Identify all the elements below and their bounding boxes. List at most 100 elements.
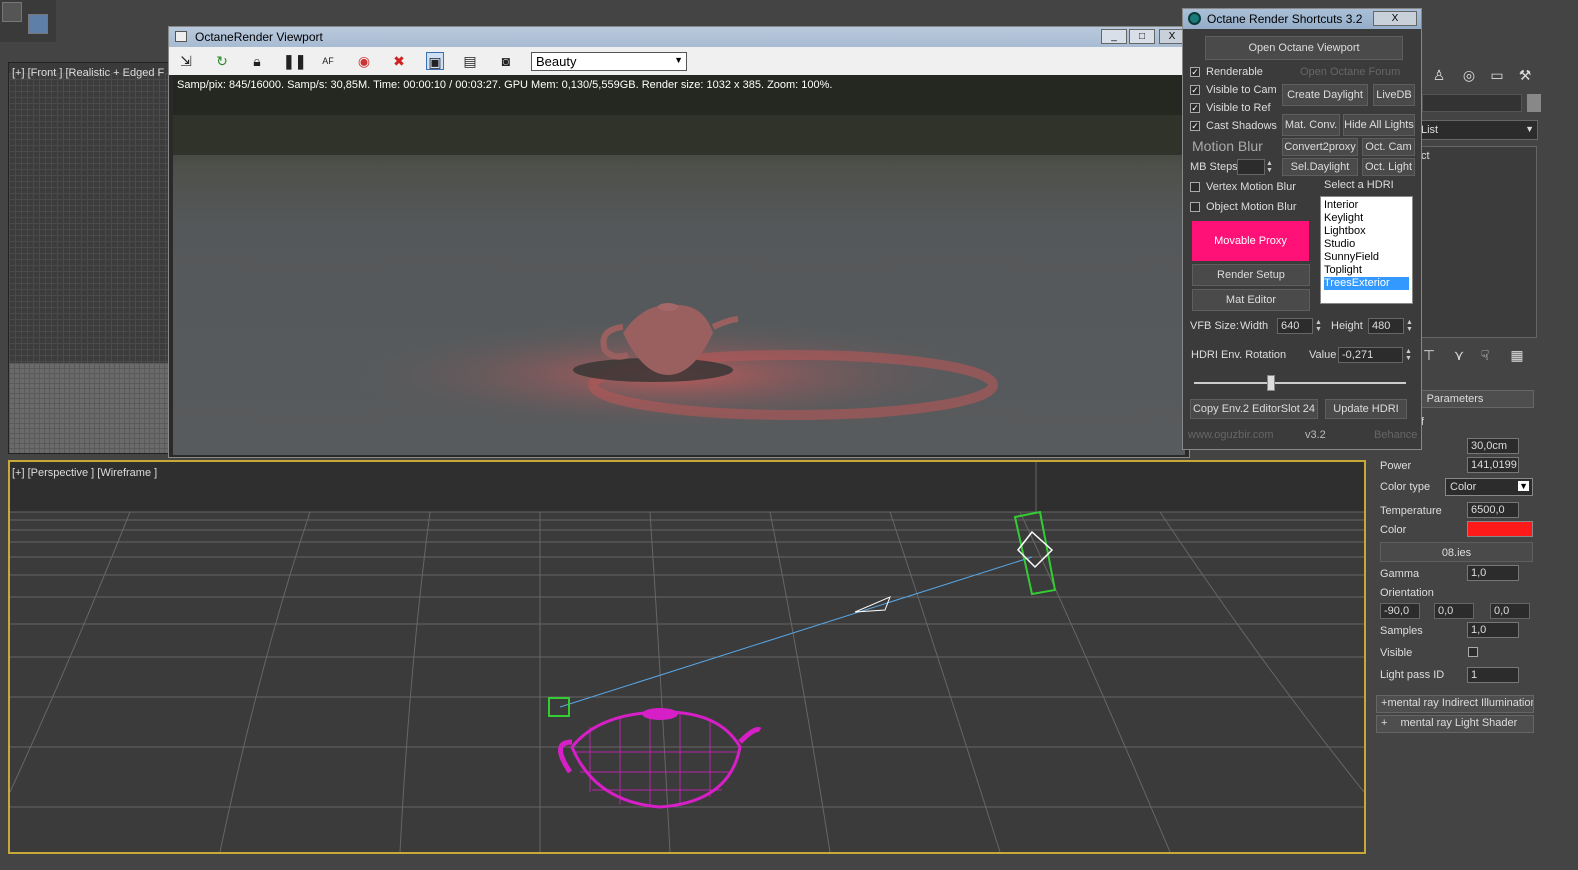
open-viewport-button[interactable]: Open Octane Viewport [1205,36,1403,60]
width-spinner[interactable]: 640 [1277,318,1313,334]
visible-to-cam-checkbox[interactable]: ✓ [1190,85,1200,96]
hdri-item[interactable]: SunnyField [1324,251,1409,264]
temperature-spinner[interactable]: 6500,0 [1467,502,1519,518]
hdri-item[interactable]: Lightbox [1324,225,1409,238]
stop-icon[interactable]: ✖ [390,52,408,70]
gamma-spinner[interactable]: 1,0 [1467,565,1519,581]
af-focus-icon[interactable]: AF [319,52,337,70]
rotation-spinner[interactable]: -0,271 [1338,347,1403,363]
object-name-field[interactable] [1422,94,1522,112]
hdri-item[interactable]: Studio [1324,238,1409,251]
light-pass-spinner[interactable]: 1 [1467,667,1519,683]
create-daylight-button[interactable]: Create Daylight [1282,84,1368,106]
cast-shadows-row[interactable]: ✓ Cast Shadows [1190,120,1277,136]
minimize-button[interactable]: _ [1101,29,1127,44]
render-pass-select[interactable]: Beauty ▼ [531,52,687,71]
color-type-dropdown[interactable]: Color ▼ [1445,478,1533,496]
maximize-button[interactable]: □ [1129,29,1155,44]
light-color-swatch[interactable] [1467,521,1533,537]
convert2proxy-button[interactable]: Convert2proxy [1282,138,1358,156]
oct-light-button[interactable]: Oct. Light [1362,158,1415,176]
front-viewport-label[interactable]: [+] [Front ] [Realistic + Edged F [12,67,164,79]
vertex-mb-row[interactable]: Vertex Motion Blur [1190,181,1296,197]
hdri-item-selected[interactable]: TreesExterior [1324,277,1409,290]
slider-thumb[interactable] [1267,375,1276,391]
octane-viewport-titlebar[interactable]: OctaneRender Viewport _ □ X [169,27,1189,47]
modifier-stack-item[interactable]: ct [1421,150,1430,162]
sel-daylight-button[interactable]: Sel.Daylight [1282,158,1358,176]
orientation-y-spinner[interactable]: 0,0 [1434,603,1474,619]
mb-steps-spinner[interactable] [1237,159,1265,175]
shortcuts-titlebar[interactable]: Octane Render Shortcuts 3.2 X [1183,9,1421,29]
indirect-illumination-rollout[interactable]: +mental ray Indirect Illumination [1376,695,1534,713]
motion-icon[interactable]: ◎ [1458,64,1480,86]
object-color-swatch[interactable] [1527,94,1541,112]
hdri-item[interactable]: Interior [1324,199,1409,212]
light-shader-rollout[interactable]: + mental ray Light Shader [1376,715,1534,733]
movable-proxy-button[interactable]: Movable Proxy [1192,221,1309,261]
refresh-icon[interactable]: ↻ [213,52,231,70]
modifier-stack[interactable]: ct [1414,146,1537,338]
hdri-item[interactable]: Keylight [1324,212,1409,225]
object-mb-row[interactable]: Object Motion Blur [1190,201,1296,217]
cast-shadows-checkbox[interactable]: ✓ [1190,121,1200,132]
front-viewport[interactable]: [+] [Front ] [Realistic + Edged F [8,62,176,454]
open-forum-link[interactable]: Open Octane Forum [1300,66,1400,78]
utilities-icon[interactable]: ⚒ [1514,64,1536,86]
renderable-checkbox[interactable]: ✓ [1190,67,1200,78]
hdri-item[interactable]: Toplight [1324,264,1409,277]
shortcuts-close-button[interactable]: X [1373,11,1417,26]
spinner-arrows-icon[interactable]: ▲ ▼ [1315,319,1323,333]
power-spinner[interactable]: 141,0199 [1467,457,1519,473]
samples-spinner[interactable]: 1,0 [1467,622,1519,638]
mat-editor-button[interactable]: Mat Editor [1192,289,1310,311]
oct-cam-button[interactable]: Oct. Cam [1362,138,1415,156]
perspective-viewport[interactable]: [+] [Perspective ] [Wireframe ] [8,460,1366,854]
object-mb-checkbox[interactable] [1190,202,1200,213]
orientation-x-spinner[interactable]: -90,0 [1380,603,1420,619]
distance-spinner[interactable]: 30,0cm [1467,438,1519,454]
perspective-viewport-label[interactable]: [+] [Perspective ] [Wireframe ] [12,467,157,479]
perspective-scene [10,462,1364,852]
toolbar-button[interactable] [2,2,22,22]
display-icon[interactable]: ▭ [1486,64,1508,86]
visible-to-ref-checkbox[interactable]: ✓ [1190,103,1200,114]
indirect-illumination-label: mental ray Indirect Illumination [1387,697,1534,709]
spinner-arrows-icon[interactable]: ▲ ▼ [1266,160,1274,174]
color-icon[interactable]: ◉ [355,52,373,70]
vertex-mb-checkbox[interactable] [1190,182,1200,193]
spinner-arrows-icon[interactable]: ▲ ▼ [1406,319,1414,333]
load-scene-icon[interactable]: ⇲ [177,52,195,70]
livedb-button[interactable]: LiveDB [1373,84,1415,106]
ies-file-button[interactable]: 08.ies [1380,542,1533,562]
show-end-result-icon[interactable]: ⋎ [1448,344,1470,366]
behance-link[interactable]: Behance [1374,429,1417,441]
height-spinner[interactable]: 480 [1368,318,1404,334]
rotation-slider[interactable] [1194,370,1406,392]
visible-to-ref-row[interactable]: ✓ Visible to Ref [1190,102,1271,118]
website-link[interactable]: www.oguzbir.com [1188,429,1274,441]
camera-icon[interactable]: ◙ [497,52,515,70]
renderable-row[interactable]: ✓ Renderable [1190,66,1263,82]
pause-icon[interactable]: ❚❚ [283,52,306,70]
make-unique-icon[interactable]: ☟ [1474,344,1496,366]
region-icon[interactable]: ▣ [426,52,444,70]
copy-env-button[interactable]: Copy Env.2 EditorSlot 24 [1190,399,1318,419]
hdri-listbox[interactable]: Interior Keylight Lightbox Studio SunnyF… [1320,196,1413,304]
orientation-z-spinner[interactable]: 0,0 [1490,603,1530,619]
visible-to-cam-row[interactable]: ✓ Visible to Cam [1190,84,1277,100]
save-icon[interactable]: ▤ [461,52,479,70]
render-setup-button[interactable]: Render Setup [1192,264,1310,286]
update-hdri-button[interactable]: Update HDRI [1325,399,1407,419]
mat-conv-button[interactable]: Mat. Conv. [1282,114,1340,136]
render-output[interactable]: Samp/pix: 845/16000. Samp/s: 30,85M. Tim… [173,75,1185,455]
configure-modifier-icon[interactable]: ▦ [1506,344,1528,366]
visible-checkbox[interactable] [1468,647,1478,657]
lock-icon[interactable]: 🔒︎ [248,52,266,70]
chevron-down-icon: ▼ [674,55,683,65]
modifier-list-dropdown[interactable]: List ▼ [1414,120,1538,140]
spinner-arrows-icon[interactable]: ▲ ▼ [1405,348,1413,362]
hide-all-lights-button[interactable]: Hide All Lights [1343,114,1415,136]
select-move-icon[interactable] [28,14,48,34]
hierarchy-icon[interactable]: ♙ [1428,64,1450,86]
